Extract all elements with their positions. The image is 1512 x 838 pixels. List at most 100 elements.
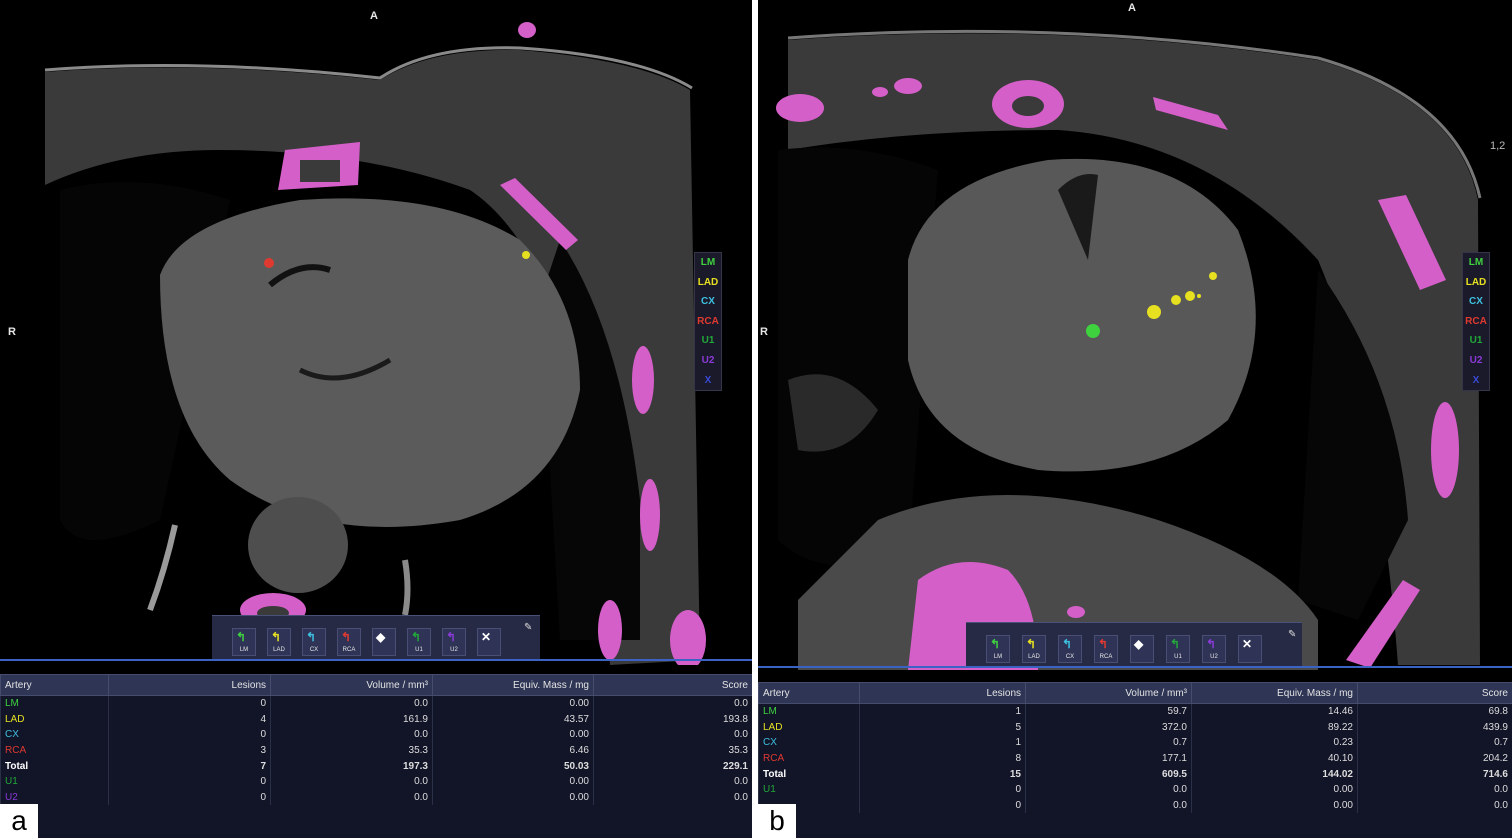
mass-cell: 14.46 xyxy=(1191,703,1358,720)
table-row: LAD 4 161.9 43.57 193.8 xyxy=(0,711,752,728)
mass-cell: 40.10 xyxy=(1191,750,1358,767)
artery-cell: RCA xyxy=(0,742,109,759)
header-artery: Artery xyxy=(758,682,860,704)
mass-cell: 144.02 xyxy=(1191,766,1358,782)
table-row-total: Total 15 609.5 144.02 714.6 xyxy=(758,766,1512,782)
lesions-cell: 0 xyxy=(859,781,1026,798)
score-cell: 69.8 xyxy=(1357,703,1512,720)
calcium-score-table-a: Artery Lesions Volume / mm³ Equiv. Mass … xyxy=(0,674,752,838)
score-cell: 439.9 xyxy=(1357,719,1512,736)
lm-brush-icon: ↰ xyxy=(236,630,247,644)
cx-tool-button-b[interactable]: ↰ CX xyxy=(1058,635,1082,663)
lesions-cell: 8 xyxy=(859,750,1026,767)
mass-cell: 89.22 xyxy=(1191,719,1358,736)
lad-tool-button-a[interactable]: ↰ LAD xyxy=(267,628,291,656)
artery-toolbar-b: ↰ LM ↰ LAD ↰ CX ↰ RCA ◆ ↰ U1 ↰ U2 ✕ ✎ xyxy=(966,622,1302,667)
mass-cell: 50.03 xyxy=(432,758,594,774)
table-row: RCA 8 177.1 40.10 204.2 xyxy=(758,750,1512,767)
table-header-row: Artery Lesions Volume / mm³ Equiv. Mass … xyxy=(0,674,752,696)
rca-tool-button-a[interactable]: ↰ RCA xyxy=(337,628,361,656)
u1-tool-button-a[interactable]: ↰ U1 xyxy=(407,628,431,656)
cx-tool-button-a[interactable]: ↰ CX xyxy=(302,628,326,656)
table-header-row: Artery Lesions Volume / mm³ Equiv. Mass … xyxy=(758,682,1512,704)
orientation-anterior-label-b: A xyxy=(1128,2,1136,14)
score-cell: 193.8 xyxy=(593,711,752,728)
volume-cell: 0.7 xyxy=(1025,735,1192,751)
header-score: Score xyxy=(593,674,752,696)
lad-tool-button-b[interactable]: ↰ LAD xyxy=(1022,635,1046,663)
header-mass: Equiv. Mass / mg xyxy=(1191,682,1358,704)
u1-brush-icon: ↰ xyxy=(411,630,422,644)
volume-cell: 177.1 xyxy=(1025,750,1192,767)
ct-scan-image-b[interactable] xyxy=(758,0,1512,670)
orientation-right-label-b: R xyxy=(760,326,768,338)
mass-cell: 43.57 xyxy=(432,711,594,728)
legend-item-rca: RCA xyxy=(697,315,719,327)
eraser-icon: ◆ xyxy=(376,630,386,644)
table-row: LM 1 59.7 14.46 69.8 xyxy=(758,703,1512,720)
legend-item-cx: CX xyxy=(701,296,715,308)
artery-cell: LAD xyxy=(758,719,860,736)
header-mass: Equiv. Mass / mg xyxy=(432,674,594,696)
x-tool-button-b[interactable]: ✕ xyxy=(1238,635,1262,663)
mass-cell: 0.00 xyxy=(432,727,594,743)
table-row: CX 1 0.7 0.23 0.7 xyxy=(758,735,1512,751)
legend-item-u1: U1 xyxy=(1469,335,1483,347)
orientation-anterior-label-a: A xyxy=(370,10,378,22)
volume-cell: 0.0 xyxy=(270,773,433,790)
mass-cell: 6.46 xyxy=(432,742,594,759)
volume-cell: 372.0 xyxy=(1025,719,1192,736)
score-cell: 0.0 xyxy=(593,773,752,790)
score-cell: 229.1 xyxy=(593,758,752,774)
artery-cell: Total xyxy=(0,758,109,774)
legend-item-u1: U1 xyxy=(701,335,715,347)
rca-tool-button-b[interactable]: ↰ RCA xyxy=(1094,635,1118,663)
score-cell: 0.0 xyxy=(1357,781,1512,798)
artery-cell: RCA xyxy=(758,750,860,767)
lesions-cell: 0 xyxy=(108,695,271,712)
header-volume: Volume / mm³ xyxy=(1025,682,1192,704)
cx-brush-icon: ↰ xyxy=(1062,637,1073,651)
ct-scan-image-a[interactable] xyxy=(0,0,752,665)
legend-item-x: X xyxy=(704,374,712,386)
legend-item-u2: U2 xyxy=(1469,354,1483,366)
panel-label-b: b xyxy=(758,804,796,838)
volume-cell: 0.0 xyxy=(1025,797,1192,814)
artery-cell: U1 xyxy=(758,781,860,798)
cx-brush-icon: ↰ xyxy=(306,630,317,644)
lesions-cell: 0 xyxy=(108,773,271,790)
score-cell: 0.0 xyxy=(593,695,752,712)
header-lesions: Lesions xyxy=(859,682,1026,704)
lm-tool-button-a[interactable]: ↰ LM xyxy=(232,628,256,656)
ct-viewer-panel-b: A R 1,2 LM LAD CX RCA U1 U2 X ↰ LM ↰ LAD… xyxy=(758,0,1512,838)
rca-brush-icon: ↰ xyxy=(341,630,352,644)
lesions-cell: 4 xyxy=(108,711,271,728)
lesions-cell: 5 xyxy=(859,719,1026,736)
calcium-score-table-b: Artery Lesions Volume / mm³ Equiv. Mass … xyxy=(758,682,1512,838)
pin-icon[interactable]: ✎ xyxy=(1288,630,1298,640)
legend-item-u2: U2 xyxy=(701,354,715,366)
divider-line-a xyxy=(0,659,752,661)
header-lesions: Lesions xyxy=(108,674,271,696)
score-cell: 0.0 xyxy=(1357,797,1512,814)
volume-cell: 0.0 xyxy=(1025,781,1192,798)
x-tool-button-a[interactable]: ✕ xyxy=(477,628,501,656)
artery-cell: LM xyxy=(758,703,860,720)
eraser-tool-button-a[interactable]: ◆ xyxy=(372,628,396,656)
lm-tool-button-b[interactable]: ↰ LM xyxy=(986,635,1010,663)
volume-cell: 35.3 xyxy=(270,742,433,759)
pin-icon[interactable]: ✎ xyxy=(524,623,534,633)
mass-cell: 0.00 xyxy=(432,789,594,806)
u2-tool-button-b[interactable]: ↰ U2 xyxy=(1202,635,1226,663)
volume-cell: 0.0 xyxy=(270,695,433,712)
legend-item-rca: RCA xyxy=(1465,315,1487,327)
u2-tool-button-a[interactable]: ↰ U2 xyxy=(442,628,466,656)
score-cell: 0.0 xyxy=(593,727,752,743)
eraser-tool-button-b[interactable]: ◆ xyxy=(1130,635,1154,663)
u1-tool-button-b[interactable]: ↰ U1 xyxy=(1166,635,1190,663)
table-row: LAD 5 372.0 89.22 439.9 xyxy=(758,719,1512,736)
table-row: U1 0 0.0 0.00 0.0 xyxy=(758,781,1512,798)
lesions-cell: 0 xyxy=(108,727,271,743)
divider-line-b xyxy=(758,666,1512,668)
table-row: RCA 3 35.3 6.46 35.3 xyxy=(0,742,752,759)
